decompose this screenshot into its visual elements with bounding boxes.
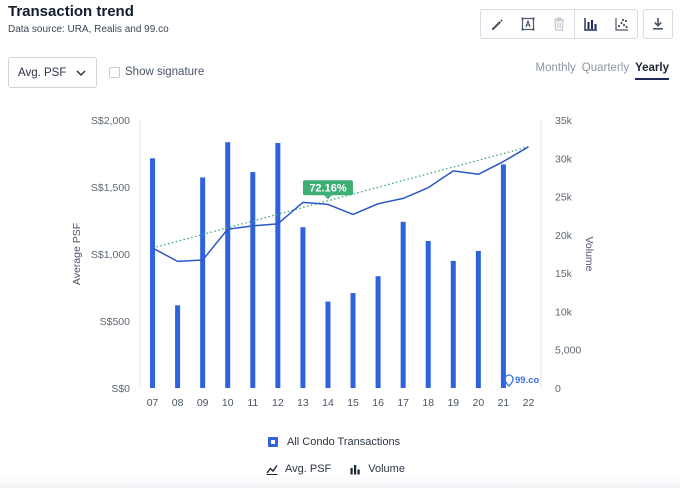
pencil-icon (491, 19, 503, 30)
volume-bar[interactable] (475, 250, 481, 388)
volume-bar[interactable] (250, 172, 256, 388)
show-signature-label: Show signature (125, 66, 205, 78)
volume-bar[interactable] (350, 293, 356, 388)
x-tick-label: 11 (247, 397, 258, 409)
volume-bar[interactable] (150, 158, 156, 388)
y-left-tick-label: S$0 (111, 383, 130, 395)
show-signature-toggle[interactable]: Show signature (109, 66, 204, 78)
y-right-tick-label: 5,000 (555, 345, 581, 357)
y-right-tick-label: 20k (555, 230, 573, 242)
download-button[interactable] (644, 10, 672, 38)
volume-bar[interactable] (200, 177, 206, 388)
x-tick-label: 09 (197, 397, 209, 409)
tab-yearly[interactable]: Yearly (635, 62, 669, 80)
legend-group-label: All Condo Transactions (287, 436, 401, 448)
legend-series: Avg. PSF Volume (266, 463, 423, 475)
volume-bar[interactable] (375, 276, 381, 388)
transaction-chart: 72.16% S$0 S$500 S$1,000 S$1,500 S$2,000 0 5,0… (71, 115, 595, 409)
y-left-tick-label: S$1,000 (91, 249, 130, 261)
y-right-tick-label: 25k (555, 192, 573, 204)
y-right-axis-label: Volume (583, 236, 595, 271)
edit-button[interactable] (481, 10, 512, 38)
y-right-tick-label: 10k (555, 306, 573, 318)
x-tick-label: 13 (297, 397, 309, 409)
legend-item-volume-label: Volume (368, 463, 405, 475)
legend-item-volume[interactable]: Volume (349, 463, 405, 475)
volume-bar[interactable] (425, 240, 431, 388)
y-right-tick-label: 30k (555, 153, 573, 165)
page-title: Transaction trend (8, 3, 134, 20)
brand-watermark: 99.co (515, 375, 539, 386)
y-right-tick-label: 0 (555, 383, 561, 395)
volume-bar[interactable] (325, 301, 331, 388)
show-signature-checkbox[interactable] (109, 66, 120, 78)
metric-select-value: Avg. PSF (18, 66, 67, 79)
x-tick-label: 18 (422, 397, 434, 409)
x-tick-label: 16 (372, 397, 384, 409)
bar-chart-button[interactable] (574, 10, 606, 38)
tab-monthly[interactable]: Monthly (536, 62, 576, 80)
delete-button[interactable] (543, 10, 574, 38)
data-source: Data source: URA, Realis and 99.co (8, 24, 169, 35)
growth-badge-pointer (323, 195, 332, 200)
x-tick-label: 15 (347, 397, 359, 409)
text-box-button[interactable] (512, 10, 543, 38)
y-right-tick-label: 15k (555, 268, 573, 280)
trend-line (152, 146, 529, 249)
x-tick-label: 19 (447, 397, 459, 409)
download-icon (653, 18, 663, 30)
x-tick-label: 08 (172, 397, 184, 409)
line-chart-icon (266, 465, 278, 475)
scatter-icon (614, 18, 628, 31)
legend-item-avg-psf[interactable]: Avg. PSF (266, 463, 331, 475)
bar-chart-icon (583, 18, 597, 31)
y-left-axis-label: Average PSF (71, 223, 83, 285)
y-left-tick-label: S$500 (100, 316, 131, 328)
legend-group-swatch (268, 437, 278, 447)
volume-bar[interactable] (300, 227, 306, 388)
x-tick-label: 12 (272, 397, 284, 409)
scatter-button[interactable] (606, 10, 637, 38)
x-tick-label: 22 (523, 397, 535, 409)
volume-bar[interactable] (225, 142, 231, 388)
y-left-tick-label: S$2,000 (91, 115, 130, 127)
growth-badge: 72.16% (309, 182, 347, 194)
x-tick-label: 17 (397, 397, 409, 409)
avg-psf-line[interactable] (152, 146, 529, 263)
volume-bar[interactable] (275, 142, 281, 388)
text-box-icon (521, 17, 534, 31)
tab-quarterly[interactable]: Quarterly (582, 62, 629, 80)
x-tick-label: 10 (222, 397, 234, 409)
volume-bar[interactable] (500, 164, 506, 388)
volume-bar[interactable] (175, 305, 181, 388)
x-tick-label: 14 (322, 397, 334, 409)
location-pin-icon (504, 374, 514, 387)
bottom-fade (0, 476, 680, 488)
metric-select[interactable]: Avg. PSF (8, 57, 97, 88)
legend-group[interactable]: All Condo Transactions (268, 436, 400, 448)
volume-bar[interactable] (450, 260, 456, 388)
volume-bar[interactable] (400, 221, 406, 388)
x-tick-label: 07 (147, 397, 159, 409)
legend-item-avg-psf-label: Avg. PSF (285, 463, 332, 475)
y-left-tick-label: S$1,500 (91, 182, 130, 194)
trash-icon (553, 17, 564, 31)
chevron-down-icon (76, 70, 86, 77)
x-tick-label: 21 (498, 397, 510, 409)
bar-chart-icon (350, 465, 360, 475)
x-tick-label: 20 (473, 397, 485, 409)
chart-toolbar (480, 9, 638, 39)
y-right-tick-label: 35k (555, 115, 573, 127)
download-toolbar (643, 9, 673, 39)
period-tabs: Monthly Quarterly Yearly (536, 62, 669, 80)
